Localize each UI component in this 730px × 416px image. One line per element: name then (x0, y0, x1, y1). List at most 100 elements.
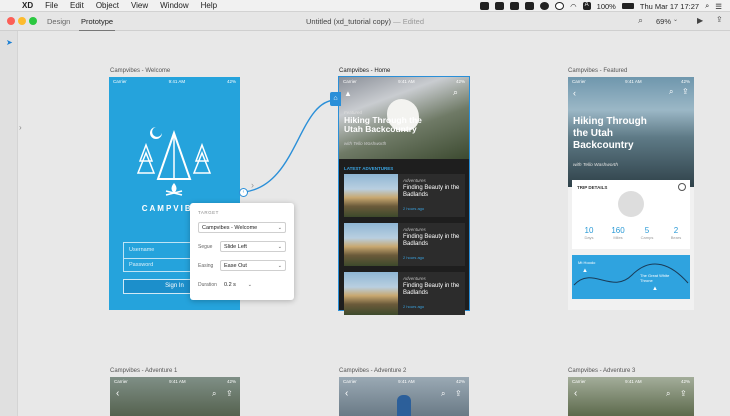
status-time: 9:41 AM (625, 78, 642, 84)
tray-icon-5[interactable] (540, 2, 550, 10)
search-icon[interactable]: ⌕ (441, 389, 445, 399)
segue-value: Slide Left (224, 243, 247, 250)
select-tool-icon[interactable]: ➤ (6, 38, 13, 47)
artboard-label-adventure-2[interactable]: Campvibes - Adventure 2 (339, 368, 406, 374)
device-preview-icon[interactable]: ⌕ (638, 15, 643, 26)
menubar: XD File Edit Object View Window Help ◠ A… (0, 0, 730, 12)
segue-select[interactable]: Slide Left ⌄ (220, 241, 286, 252)
back-icon[interactable]: ‹ (574, 388, 577, 399)
play-icon[interactable]: ▶ (697, 16, 703, 25)
document-status: — Edited (393, 17, 424, 26)
list-item[interactable]: Adventures Finding Beauty in the Badland… (344, 272, 465, 315)
share-icon[interactable]: ⇪ (680, 389, 687, 398)
easing-label: Easing (198, 263, 214, 269)
easing-select[interactable]: Ease Out ⌄ (220, 260, 286, 271)
zoom-level[interactable]: 69% (656, 17, 671, 26)
status-bar: Carrier 9:41 AM 42% (339, 77, 469, 85)
stat-value: 5 (644, 226, 650, 235)
target-select[interactable]: Campvibes - Welcome ⌄ (198, 222, 286, 233)
status-bar: Carrier 9:41 AM 42% (568, 377, 694, 385)
artboard-home[interactable]: Carrier 9:41 AM 42% ▲ ⌕ Featured Hiking … (338, 76, 470, 315)
artboard-adventure-1[interactable]: Carrier 9:41 AM 42% ‹ ⌕ ⇪ (110, 377, 240, 416)
list-item[interactable]: Adventures Finding Beauty in the Badland… (344, 223, 465, 266)
artboard-featured[interactable]: Carrier 9:41 AM 42% ‹ ⌕ ⇪ Hiking Through… (568, 77, 694, 310)
list-item[interactable]: Adventures Finding Beauty in the Badland… (344, 174, 465, 217)
artboard-adventure-2[interactable]: Carrier 9:41 AM 42% ‹ ⌕ ⇪ (339, 377, 469, 416)
status-battery: 42% (680, 78, 690, 84)
hero-title[interactable]: Hiking Through the Utah Backcountry (344, 116, 429, 134)
stat-value: 10 (584, 226, 594, 235)
battery-icon[interactable] (621, 3, 634, 9)
tray-icon-7[interactable]: A (582, 2, 591, 10)
status-battery: 42% (226, 78, 236, 84)
share-icon[interactable]: ⇪ (716, 15, 723, 24)
back-icon[interactable]: ‹ (573, 88, 576, 98)
status-battery: 42% (680, 378, 690, 384)
zoom-chevron-icon[interactable]: ⌄ (673, 16, 678, 23)
duration-label: Duration (198, 282, 217, 288)
share-icon[interactable]: ⇪ (226, 389, 233, 398)
menu-app-name[interactable]: XD (22, 1, 33, 10)
search-icon[interactable]: ⌕ (669, 87, 673, 97)
adventure-thumbnail (344, 223, 398, 266)
stat-miles: 160 Miles (605, 226, 631, 240)
search-icon[interactable]: ⌕ (212, 389, 216, 399)
search-icon[interactable]: ⌕ (705, 1, 709, 11)
featured-author: with Tello Washworth (573, 163, 619, 168)
password-placeholder[interactable]: Password (129, 262, 153, 268)
menu-list-icon[interactable]: ☰ (715, 2, 722, 11)
connector-source-handle[interactable]: ⌂ (330, 92, 341, 106)
carrier: Carrier (343, 78, 357, 84)
mountain-icon: ▲ (582, 268, 588, 274)
tray-icon-2[interactable] (495, 2, 505, 10)
prototype-connector[interactable] (238, 86, 342, 198)
menu-view[interactable]: View (131, 1, 148, 10)
carrier: Carrier (113, 78, 127, 84)
tray-icon-4[interactable] (525, 2, 535, 10)
trip-map[interactable]: Mt Hoodo ▲ The Great White Throne ▲ (572, 255, 690, 299)
duration-select[interactable]: 0.2 s ⌄ (224, 279, 252, 290)
menu-help[interactable]: Help (201, 1, 217, 10)
status-time: 9:41 AM (398, 378, 415, 384)
artboard-label-adventure-3[interactable]: Campvibes - Adventure 3 (568, 368, 635, 374)
share-icon[interactable]: ⇪ (455, 389, 462, 398)
adventure-title: Finding Beauty in the Badlands (403, 185, 460, 198)
artboard-label-featured[interactable]: Campvibes - Featured (568, 68, 627, 74)
wifi-icon[interactable]: ◠ (570, 2, 577, 11)
interaction-popover[interactable]: TARGET Campvibes - Welcome ⌄ Segue Slide… (190, 203, 294, 300)
menu-window[interactable]: Window (160, 1, 188, 10)
artboard-label-adventure-1[interactable]: Campvibes - Adventure 1 (110, 368, 177, 374)
expand-panel-icon[interactable]: › (19, 123, 22, 132)
artboard-label-welcome[interactable]: Campvibes - Welcome (110, 68, 170, 74)
tent-logo-icon[interactable]: ▲ (344, 89, 352, 98)
segue-label: Segue (198, 244, 213, 250)
stat-camps: 5 Camps (634, 226, 660, 240)
back-icon[interactable]: ‹ (345, 388, 348, 399)
hiker-figure (397, 395, 411, 416)
clock[interactable]: Thu Mar 17 17:27 (640, 2, 699, 11)
artboard-adventure-3[interactable]: Carrier 9:41 AM 42% ‹ ⌕ ⇪ (568, 377, 694, 416)
share-icon[interactable]: ⇪ (682, 87, 689, 96)
tray-icon-1[interactable] (480, 2, 490, 10)
status-battery: 42% (226, 378, 236, 384)
tray-icon-6[interactable] (555, 2, 565, 10)
carrier: Carrier (572, 78, 586, 84)
menu-edit[interactable]: Edit (70, 1, 84, 10)
section-latest-adventures: LATEST ADVENTURES (344, 166, 394, 171)
chevron-down-icon: ⌄ (277, 224, 282, 231)
adventure-tag: Adventures (403, 178, 426, 183)
username-placeholder: Username (129, 247, 155, 253)
menu-object[interactable]: Object (96, 1, 119, 10)
chevron-down-icon: ⌄ (277, 243, 282, 250)
back-icon[interactable]: ‹ (116, 388, 119, 399)
tray-icon-3[interactable] (510, 2, 520, 10)
title-toolbar: Design Prototype Untitled (xd_tutorial c… (0, 12, 730, 32)
artboard-label-home[interactable]: Campvibes - Home (339, 68, 390, 74)
menu-file[interactable]: File (45, 1, 58, 10)
hero-author: with Tello Washworth (344, 141, 387, 146)
search-icon[interactable]: ⌕ (453, 87, 458, 98)
connector-target-handle[interactable]: ‹ (239, 188, 248, 197)
search-icon[interactable]: ⌕ (666, 389, 670, 399)
adventure-tag: Adventures (403, 227, 426, 232)
carrier: Carrier (343, 378, 357, 384)
